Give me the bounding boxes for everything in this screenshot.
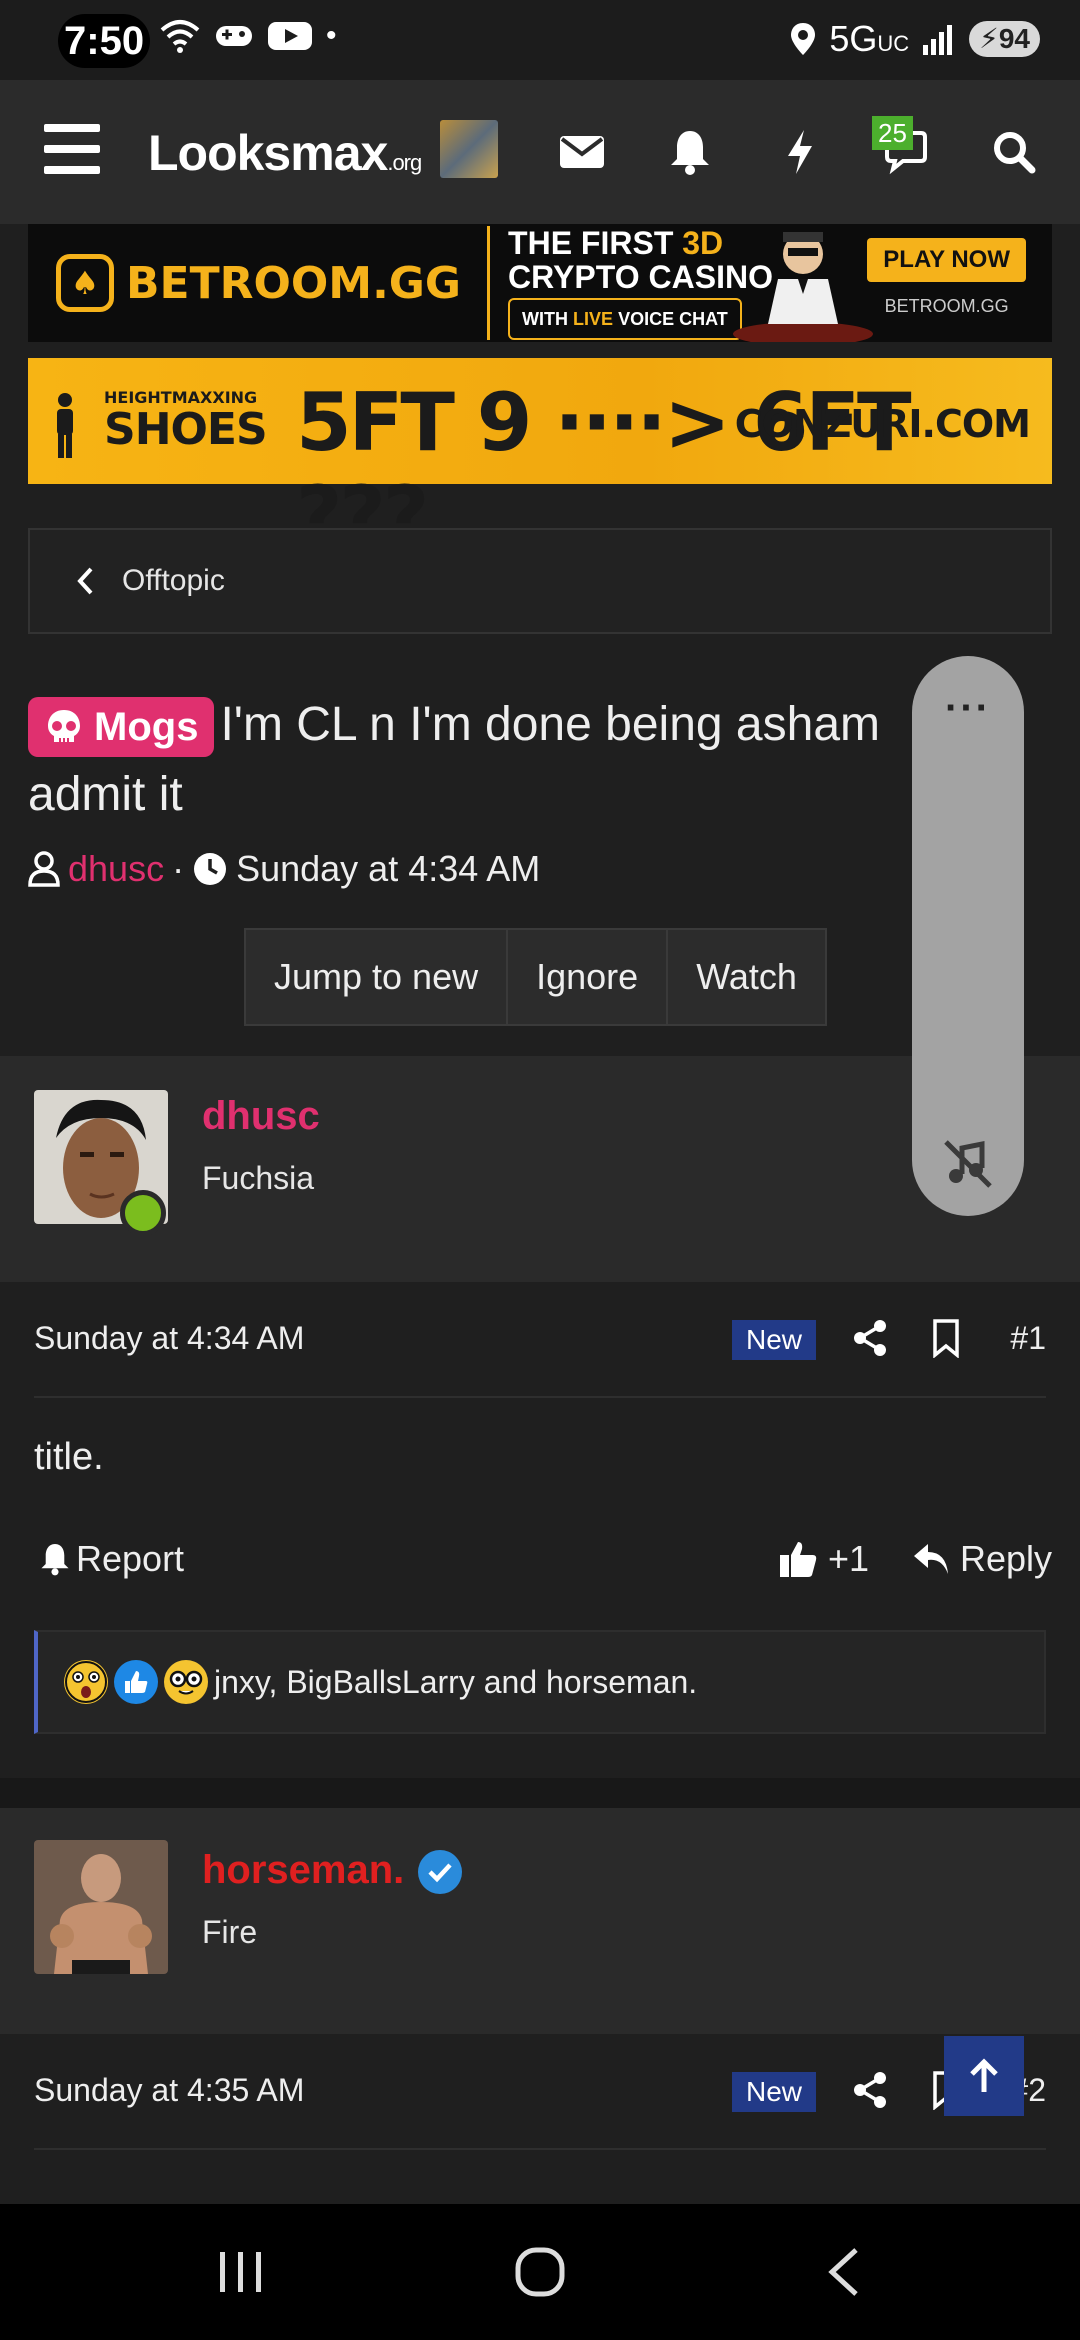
dot-icon: • [326, 19, 337, 52]
nerd-emoji-icon [164, 1660, 208, 1704]
reply-button[interactable]: Reply [912, 1538, 1052, 1580]
thread-date[interactable]: Sunday at 4:34 AM [236, 848, 540, 890]
thread-meta: dhusc · Sunday at 4:34 AM [28, 848, 540, 890]
clock-icon [194, 853, 227, 885]
post-divider [34, 1396, 1046, 1398]
bookmark-icon[interactable] [926, 1318, 966, 1358]
chevron-left-icon [77, 567, 93, 595]
new-badge: New [732, 1320, 816, 1360]
status-left-icons: • [160, 18, 337, 54]
arrow-up-icon [970, 2058, 998, 2092]
scroll-to-top-button[interactable] [944, 2036, 1024, 2116]
back-icon[interactable] [816, 2244, 876, 2300]
new-badge: New [732, 2072, 816, 2112]
person-silhouette-icon [57, 393, 73, 458]
casino-cta-area: PLAY NOW BETROOM.GG [867, 238, 1026, 317]
post-number[interactable]: #1 [1010, 1320, 1046, 1357]
bell-icon [41, 1544, 69, 1576]
thread-author-link[interactable]: dhusc [68, 848, 164, 890]
user-avatar[interactable] [440, 120, 498, 178]
thread-title-text: I'm CL n I'm done being asham [220, 698, 880, 751]
reactions-bar[interactable]: jnxy, BigBallsLarry and horseman. [34, 1630, 1046, 1734]
post-text: title. [34, 1436, 104, 1478]
status-bar: 7:50 • 5GUC ⚡94 [0, 0, 1080, 80]
bell-icon[interactable] [660, 122, 720, 182]
reply-icon [914, 1544, 948, 1574]
reactions-text[interactable]: jnxy, BigBallsLarry and horseman. [214, 1664, 697, 1701]
system-navigation-bar [0, 2204, 1080, 2340]
signal-icon [923, 25, 953, 55]
shocked-emoji-icon [64, 1660, 108, 1704]
thread-title-line2: admit it [28, 768, 183, 821]
post-user-title: Fuchsia [202, 1160, 315, 1196]
post-2-body: Sunday at 4:35 AM New #2 [0, 2034, 1080, 2204]
floating-media-panel[interactable]: ··· [912, 656, 1024, 1216]
post-date[interactable]: Sunday at 4:34 AM [34, 1320, 304, 1357]
shoes-url: CONZURI.COM [734, 402, 1031, 446]
breadcrumb[interactable]: Offtopic [28, 528, 1052, 634]
online-status-indicator [120, 1190, 166, 1236]
shoes-ad-banner[interactable]: HEIGHTMAXXING SHOES 5FT 9 ····> 6FT ??? … [28, 358, 1052, 562]
network-label: 5GUC [829, 18, 910, 59]
like-button[interactable]: +1 [778, 1538, 869, 1580]
post-2-header: horseman. Fire [0, 1808, 1080, 2034]
ignore-button[interactable]: Ignore [506, 928, 669, 1026]
verified-icon [418, 1850, 463, 1895]
play-now-button[interactable]: PLAY NOW [867, 238, 1026, 282]
home-icon[interactable] [510, 2244, 570, 2300]
breadcrumb-label: Offtopic [122, 564, 225, 597]
thumbs-up-icon [780, 1542, 817, 1577]
battery-indicator: ⚡94 [969, 21, 1040, 57]
youtube-icon [268, 22, 312, 50]
thread-prefix-badge[interactable]: Mogs [28, 697, 215, 758]
menu-icon[interactable] [44, 124, 100, 174]
user-icon [28, 851, 60, 887]
status-right: 5GUC ⚡94 [789, 18, 1040, 60]
casino-brand: ♠ BETROOM.GG [56, 254, 461, 312]
post-date[interactable]: Sunday at 4:35 AM [34, 2072, 304, 2109]
jump-to-new-button[interactable]: Jump to new [244, 928, 509, 1026]
location-icon [791, 23, 816, 55]
watch-button[interactable]: Watch [666, 928, 827, 1026]
mail-icon[interactable] [552, 122, 612, 182]
post-username[interactable]: dhusc [202, 1094, 320, 1139]
wifi-icon [160, 20, 200, 53]
game-controller-icon [216, 26, 252, 46]
recent-apps-icon[interactable] [210, 2244, 270, 2300]
casino-ad-banner[interactable]: ♠ BETROOM.GG THE FIRST 3D CRYPTO CASINO … [28, 224, 1052, 342]
lightning-icon[interactable] [770, 122, 830, 182]
casino-chat-tag: WITH LIVE VOICE CHAT [508, 298, 742, 340]
status-time: 7:50 [58, 14, 151, 68]
like-reaction-icon [114, 1660, 158, 1704]
search-icon[interactable] [984, 122, 1044, 182]
avatar[interactable] [34, 1840, 168, 1974]
skull-icon [48, 710, 80, 744]
site-logo[interactable]: Looksmax.org [148, 124, 422, 182]
spade-icon: ♠ [56, 254, 114, 312]
post-separator [0, 1778, 1080, 1808]
share-icon[interactable] [850, 1318, 890, 1358]
notification-count-badge: 25 [872, 116, 913, 150]
site-header: Looksmax.org 25 [0, 80, 1080, 224]
music-off-icon[interactable] [940, 1136, 996, 1192]
report-button[interactable]: Report [40, 1538, 184, 1580]
share-icon[interactable] [850, 2070, 890, 2110]
post-divider [34, 2148, 1046, 2150]
post-username[interactable]: horseman. [202, 1848, 463, 1895]
shoes-brand: SHOES [104, 404, 268, 455]
post-1-body: Sunday at 4:34 AM New #1 title. Report +… [0, 1282, 1080, 1778]
dealer-illustration [733, 232, 873, 342]
more-options-icon[interactable]: ··· [912, 686, 1024, 731]
meta-separator: · [172, 848, 185, 889]
thread-actions: Jump to new Ignore Watch [244, 928, 827, 1026]
casino-url: BETROOM.GG [884, 296, 1009, 316]
thread-title: Mogs I'm CL n I'm done being ashamo admi… [28, 690, 1048, 830]
post-user-title: Fire [202, 1914, 258, 1950]
